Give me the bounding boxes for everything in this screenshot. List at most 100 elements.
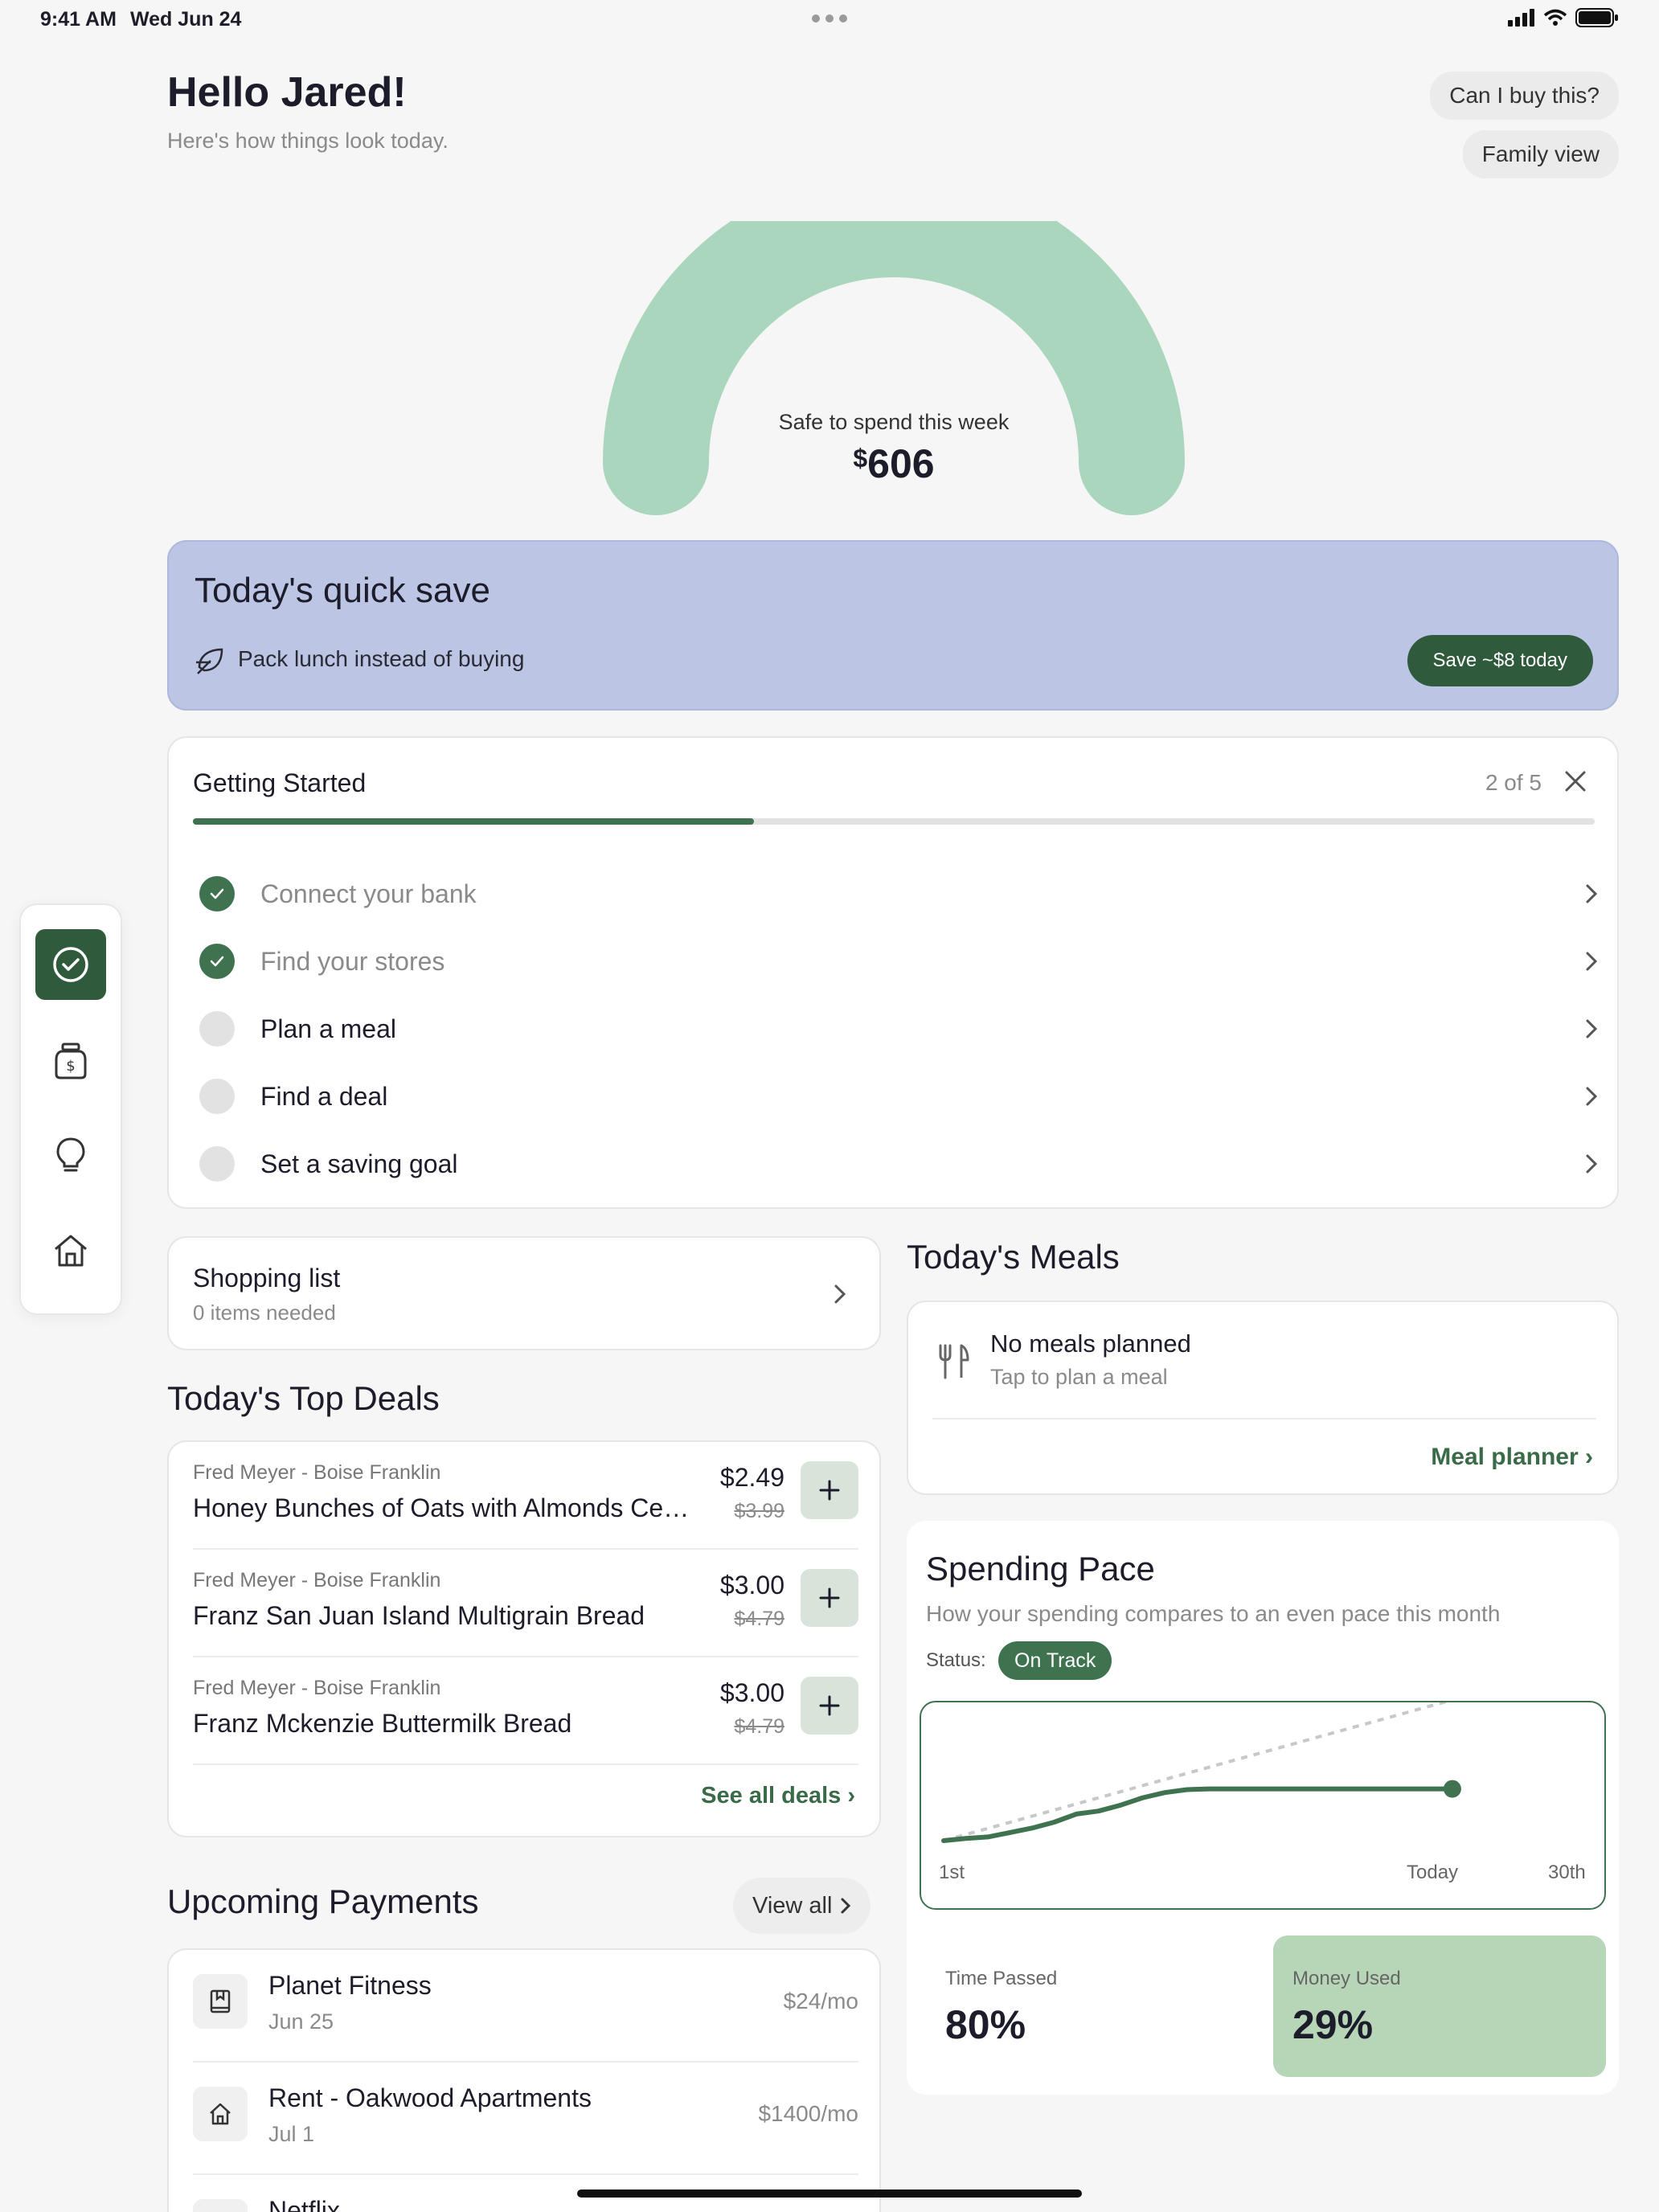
add-deal-button[interactable] — [801, 1461, 858, 1519]
time-passed-value: 80% — [945, 2002, 1026, 2047]
deal-store: Fred Meyer - Boise Franklin — [193, 1569, 441, 1591]
status-date: Wed Jun 24 — [130, 8, 242, 31]
meal-planner-link[interactable]: Meal planner › — [1431, 1444, 1593, 1471]
home-indicator[interactable] — [577, 2189, 1082, 2198]
deal-old-price: $4.79 — [734, 1608, 784, 1630]
close-icon[interactable] — [1563, 768, 1588, 794]
getting-started-item-label: Connect your bank — [260, 879, 477, 908]
save-today-button[interactable]: Save ~$8 today — [1407, 635, 1593, 686]
empty-circle-icon — [199, 1146, 235, 1182]
view-all-payments-button[interactable]: View all — [733, 1878, 871, 1934]
no-meals-subtitle: Tap to plan a meal — [990, 1365, 1168, 1389]
quick-save-card: Today's quick save Pack lunch instead of… — [167, 540, 1619, 711]
getting-started-item[interactable]: Connect your bank — [199, 870, 1598, 918]
getting-started-item[interactable]: Find your stores — [199, 937, 1598, 985]
plus-icon — [819, 1695, 840, 1716]
add-deal-button[interactable] — [801, 1569, 858, 1627]
status-icons — [1508, 8, 1619, 27]
see-all-deals-link[interactable]: See all deals › — [701, 1783, 855, 1809]
deal-store: Fred Meyer - Boise Franklin — [193, 1461, 441, 1484]
shopping-list-title: Shopping list — [193, 1264, 341, 1292]
gauge-amount: $606 — [853, 441, 935, 486]
chevron-right-icon — [1586, 1154, 1598, 1174]
nav-savings[interactable]: $ — [35, 1026, 106, 1096]
payment-date: Jun 25 — [268, 2009, 334, 2034]
plus-icon — [819, 1587, 840, 1608]
x-tick-today: Today — [1407, 1862, 1459, 1883]
home-icon — [193, 2087, 248, 2141]
shopping-list-card[interactable]: Shopping list 0 items needed — [167, 1236, 881, 1350]
check-circle-icon — [199, 876, 235, 911]
wifi-icon — [1543, 9, 1567, 26]
deal-name: Honey Bunches of Oats with Almonds Cerea… — [193, 1493, 691, 1522]
battery-icon — [1575, 8, 1618, 27]
spending-pace-card: Spending Pace How your spending compares… — [907, 1521, 1619, 2095]
chevron-right-icon — [1586, 952, 1598, 971]
getting-started-item-label: Set a saving goal — [260, 1149, 458, 1178]
todays-meals-card[interactable]: No meals planned Tap to plan a meal Meal… — [907, 1301, 1619, 1495]
payment-date: Jul 1 — [268, 2122, 315, 2146]
chevron-right-icon — [834, 1284, 846, 1304]
getting-started-card: Getting Started 2 of 5 Connect your bank… — [167, 736, 1619, 1209]
deal-name: Franz San Juan Island Multigrain Bread — [193, 1601, 645, 1630]
tv-icon — [193, 2199, 248, 2212]
getting-started-count: 2 of 5 — [1485, 770, 1542, 795]
payment-row[interactable]: Rent - Oakwood Apartments Jul 1 $1400/mo — [193, 2062, 858, 2175]
top-deals-title: Today's Top Deals — [167, 1379, 440, 1417]
money-jar-icon: $ — [55, 1043, 87, 1079]
nav-home[interactable] — [35, 1215, 106, 1286]
fork-knife-icon — [939, 1344, 969, 1379]
upcoming-payments-card: Planet Fitness Jun 25 $24/mo Rent - Oakwood… — [167, 1948, 881, 2212]
deal-row: Fred Meyer - Boise Franklin Franz Mckenzi… — [193, 1657, 858, 1765]
check-circle-icon — [199, 944, 235, 979]
greeting: Hello Jared! — [167, 69, 407, 116]
can-i-buy-button[interactable]: Can I buy this? — [1430, 72, 1619, 120]
payment-name: Rent - Oakwood Apartments — [268, 2083, 592, 2112]
status-badge: On Track — [998, 1641, 1112, 1680]
deal-row: Fred Meyer - Boise Franklin Honey Bunches… — [193, 1442, 858, 1550]
top-deals-card: Fred Meyer - Boise Franklin Honey Bunches… — [167, 1440, 881, 1837]
deal-price: $3.00 — [719, 1571, 784, 1600]
deal-row: Fred Meyer - Boise Franklin Franz San Jua… — [193, 1550, 858, 1657]
money-used-label: Money Used — [1292, 1968, 1401, 1989]
lunch-leaf-icon — [196, 648, 223, 674]
payment-row[interactable]: Planet Fitness Jun 25 $24/mo — [193, 1950, 858, 2062]
quick-save-title: Today's quick save — [195, 571, 490, 610]
spending-pace-title: Spending Pace — [926, 1550, 1155, 1587]
checklist-icon — [53, 947, 88, 982]
nav-checklist[interactable] — [35, 929, 106, 1000]
chevron-right-icon — [1586, 884, 1598, 903]
money-used-value: 29% — [1292, 2002, 1374, 2047]
getting-started-item[interactable]: Plan a meal — [199, 1005, 1598, 1053]
empty-circle-icon — [199, 1011, 235, 1047]
deal-price: $3.00 — [719, 1678, 784, 1707]
no-meals-title: No meals planned — [990, 1329, 1191, 1358]
divider — [932, 1418, 1596, 1419]
chevron-right-icon — [1586, 1019, 1598, 1038]
add-deal-button[interactable] — [801, 1677, 858, 1735]
upcoming-payments-title: Upcoming Payments — [167, 1882, 479, 1920]
lightbulb-icon — [56, 1137, 85, 1172]
multitasking-dots-icon[interactable] — [812, 14, 847, 23]
time-passed-stat: Time Passed 80% — [926, 1936, 1231, 2077]
getting-started-item-label: Find your stores — [260, 946, 445, 976]
even-pace-line — [943, 1702, 1450, 1842]
getting-started-title: Getting Started — [193, 768, 367, 797]
status-time: 9:41 AM — [40, 8, 117, 31]
money-used-stat: Money Used 29% — [1273, 1936, 1606, 2077]
empty-circle-icon — [199, 1079, 235, 1114]
getting-started-item[interactable]: Set a saving goal — [199, 1140, 1598, 1188]
getting-started-item[interactable]: Find a deal — [199, 1072, 1598, 1120]
getting-started-progress — [193, 818, 1595, 825]
nav-ideas[interactable] — [35, 1120, 106, 1191]
side-navigation: $ — [19, 903, 122, 1315]
family-view-button[interactable]: Family view — [1462, 130, 1619, 178]
deal-price: $2.49 — [719, 1463, 784, 1492]
chevron-right-icon — [841, 1898, 851, 1914]
shopping-list-subtitle: 0 items needed — [193, 1301, 336, 1325]
x-tick-end: 30th — [1548, 1862, 1586, 1883]
payment-amount: $24/mo — [783, 1989, 858, 2013]
home-icon — [55, 1235, 87, 1267]
payment-name: Netflix — [268, 2196, 340, 2212]
time-passed-label: Time Passed — [945, 1968, 1058, 1989]
